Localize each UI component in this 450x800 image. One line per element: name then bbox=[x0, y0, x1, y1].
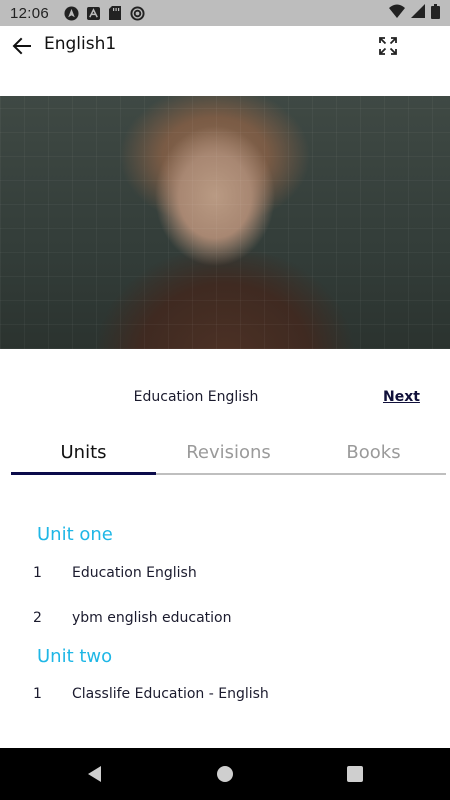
lesson-title: Education English bbox=[72, 565, 197, 581]
system-nav-bar bbox=[0, 748, 450, 800]
unit-heading: Unit one bbox=[37, 524, 113, 545]
list-item[interactable]: 1 Classlife Education - English bbox=[0, 683, 450, 707]
arrow-left-icon bbox=[12, 37, 31, 55]
page-title: English1 bbox=[44, 34, 117, 54]
tab-revisions[interactable]: Revisions bbox=[156, 436, 301, 474]
nav-home-button[interactable] bbox=[215, 764, 235, 784]
system-icons bbox=[389, 3, 440, 23]
tab-indicator bbox=[11, 472, 156, 475]
notification-icons bbox=[63, 5, 145, 21]
tab-books[interactable]: Books bbox=[301, 436, 446, 474]
navigation-icon bbox=[63, 5, 79, 21]
status-bar: 12:06 bbox=[0, 0, 450, 26]
sync-icon bbox=[129, 5, 145, 21]
video-frame bbox=[0, 96, 450, 349]
list-item[interactable]: 1 Education English bbox=[0, 562, 450, 586]
home-circle-icon bbox=[217, 766, 233, 782]
lesson-number: 2 bbox=[33, 610, 42, 626]
video-player[interactable] bbox=[0, 96, 450, 349]
lesson-title: ybm english education bbox=[72, 610, 232, 626]
status-time: 12:06 bbox=[10, 4, 50, 22]
recents-square-icon bbox=[347, 766, 363, 782]
list-item[interactable]: 2 ybm english education bbox=[0, 607, 450, 631]
course-title: Education English bbox=[133, 389, 259, 405]
app-notification-icon bbox=[85, 5, 101, 21]
lesson-number: 1 bbox=[33, 686, 42, 702]
tab-units[interactable]: Units bbox=[11, 436, 156, 474]
back-button[interactable] bbox=[10, 34, 34, 58]
back-triangle-icon bbox=[88, 766, 101, 782]
next-link[interactable]: Next bbox=[383, 389, 420, 405]
tab-bar: Units Revisions Books bbox=[11, 436, 446, 476]
battery-icon bbox=[431, 3, 440, 23]
nav-recents-button[interactable] bbox=[345, 764, 365, 784]
course-row: Education English Next bbox=[0, 386, 450, 410]
sd-card-icon bbox=[107, 5, 123, 21]
unit-heading: Unit two bbox=[37, 646, 113, 667]
nav-back-button[interactable] bbox=[85, 764, 105, 784]
fullscreen-icon bbox=[379, 37, 397, 55]
lesson-number: 1 bbox=[33, 565, 42, 581]
fullscreen-button[interactable] bbox=[376, 34, 400, 58]
wifi-icon bbox=[389, 4, 405, 22]
lesson-title: Classlife Education - English bbox=[72, 686, 269, 702]
app-bar: English1 bbox=[0, 26, 450, 66]
signal-icon bbox=[411, 4, 425, 22]
